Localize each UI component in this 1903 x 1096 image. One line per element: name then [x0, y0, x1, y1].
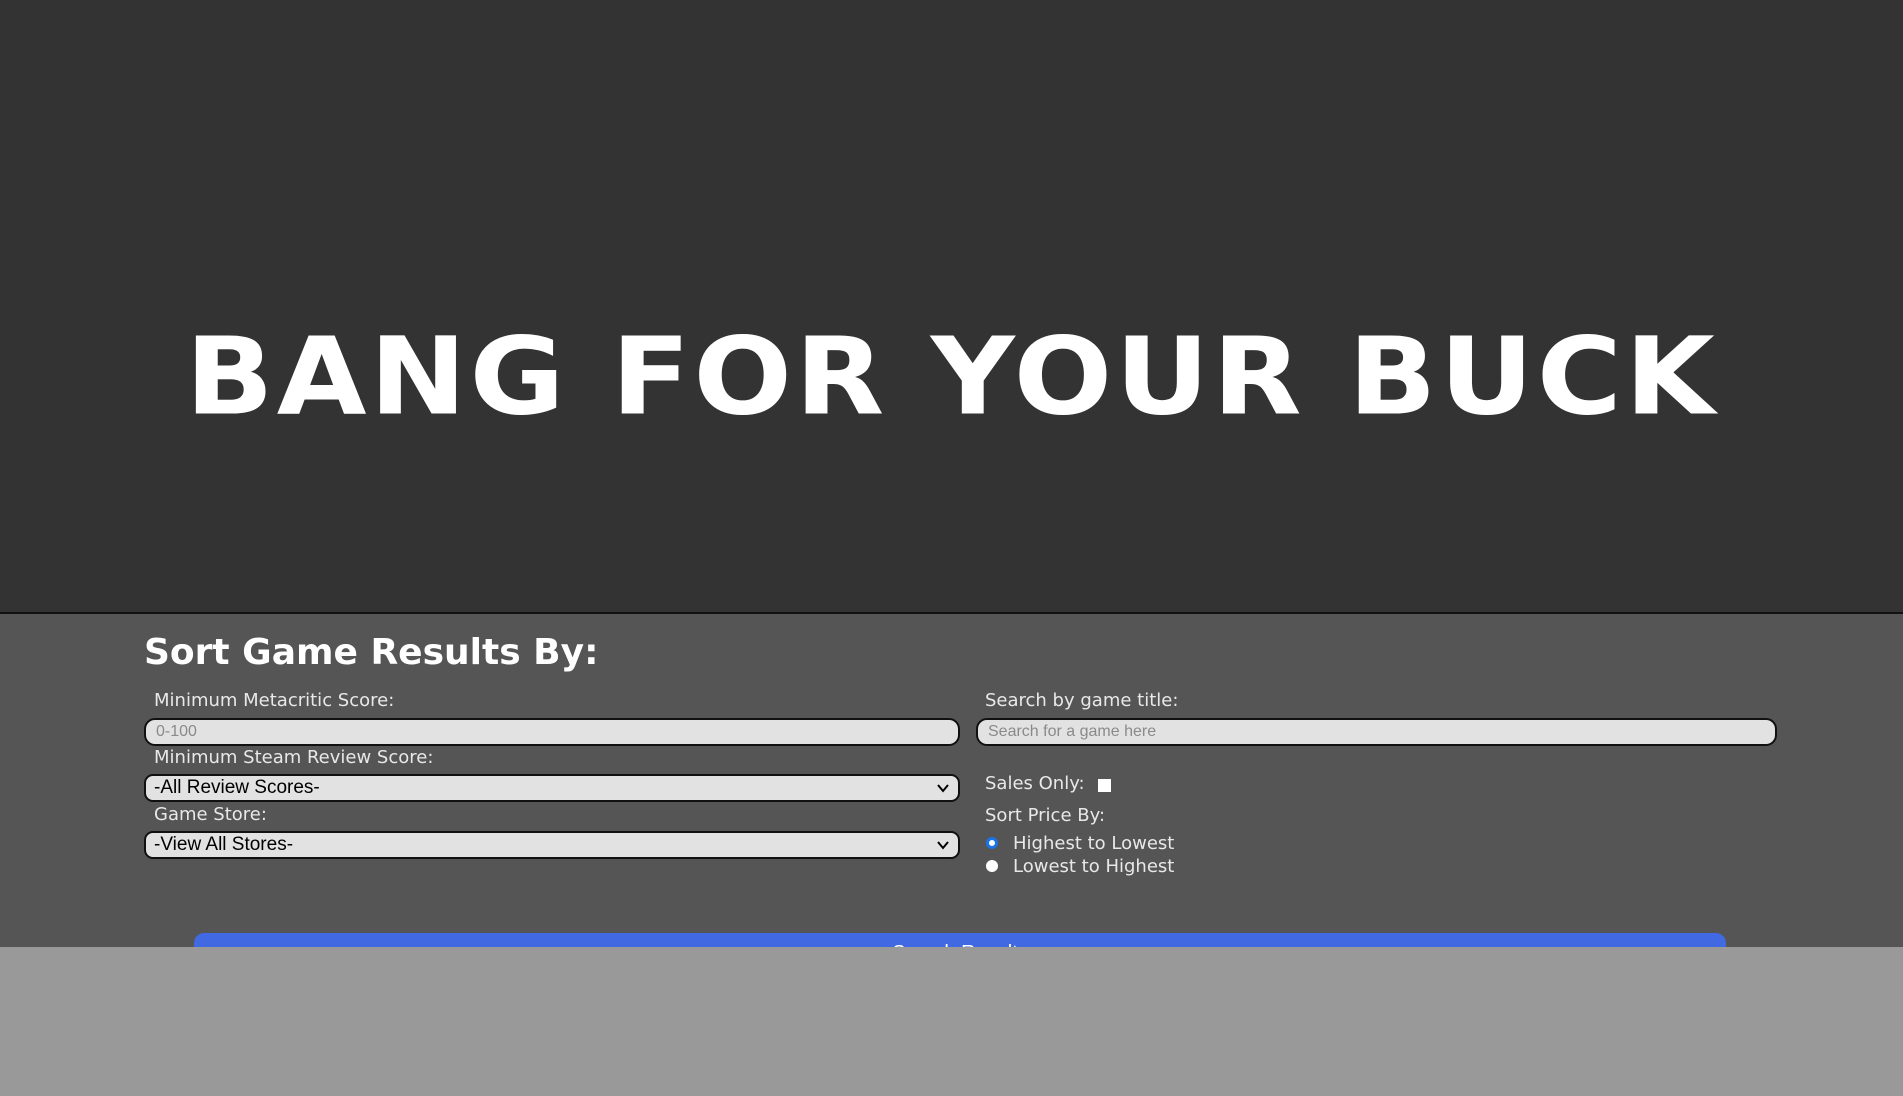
steam-review-label: Minimum Steam Review Score:: [154, 747, 434, 768]
sort-low-to-high-label: Lowest to Highest: [1013, 856, 1175, 877]
chevron-down-icon: [937, 784, 949, 793]
metacritic-label: Minimum Metacritic Score:: [154, 690, 395, 711]
search-results-button[interactable]: Search Results: [194, 933, 1726, 947]
sales-only-checkbox[interactable]: [1098, 779, 1111, 792]
sort-high-to-low-label: Highest to Lowest: [1013, 833, 1175, 854]
site-title: BANG FOR YOUR BUCK: [185, 314, 1718, 440]
steam-review-selected-value: -All Review Scores-: [154, 777, 320, 798]
filter-heading: Sort Game Results By:: [144, 632, 599, 673]
sort-low-to-high-radio[interactable]: [986, 860, 998, 872]
title-search-label: Search by game title:: [985, 690, 1179, 711]
sort-high-to-low-radio[interactable]: [986, 837, 998, 849]
filter-panel: Sort Game Results By: Minimum Metacritic…: [0, 614, 1903, 947]
game-store-select[interactable]: -View All Stores-: [144, 831, 960, 859]
chevron-down-icon: [937, 841, 949, 850]
game-title-search-input[interactable]: [976, 718, 1777, 746]
game-store-selected-value: -View All Stores-: [154, 834, 294, 855]
steam-review-select[interactable]: -All Review Scores-: [144, 774, 960, 802]
results-area: [0, 947, 1903, 1096]
metacritic-score-input[interactable]: [144, 718, 960, 746]
game-store-label: Game Store:: [154, 804, 267, 825]
sales-only-label: Sales Only:: [985, 773, 1085, 794]
sort-price-label: Sort Price By:: [985, 805, 1106, 826]
hero-banner: BANG FOR YOUR BUCK: [0, 0, 1903, 614]
